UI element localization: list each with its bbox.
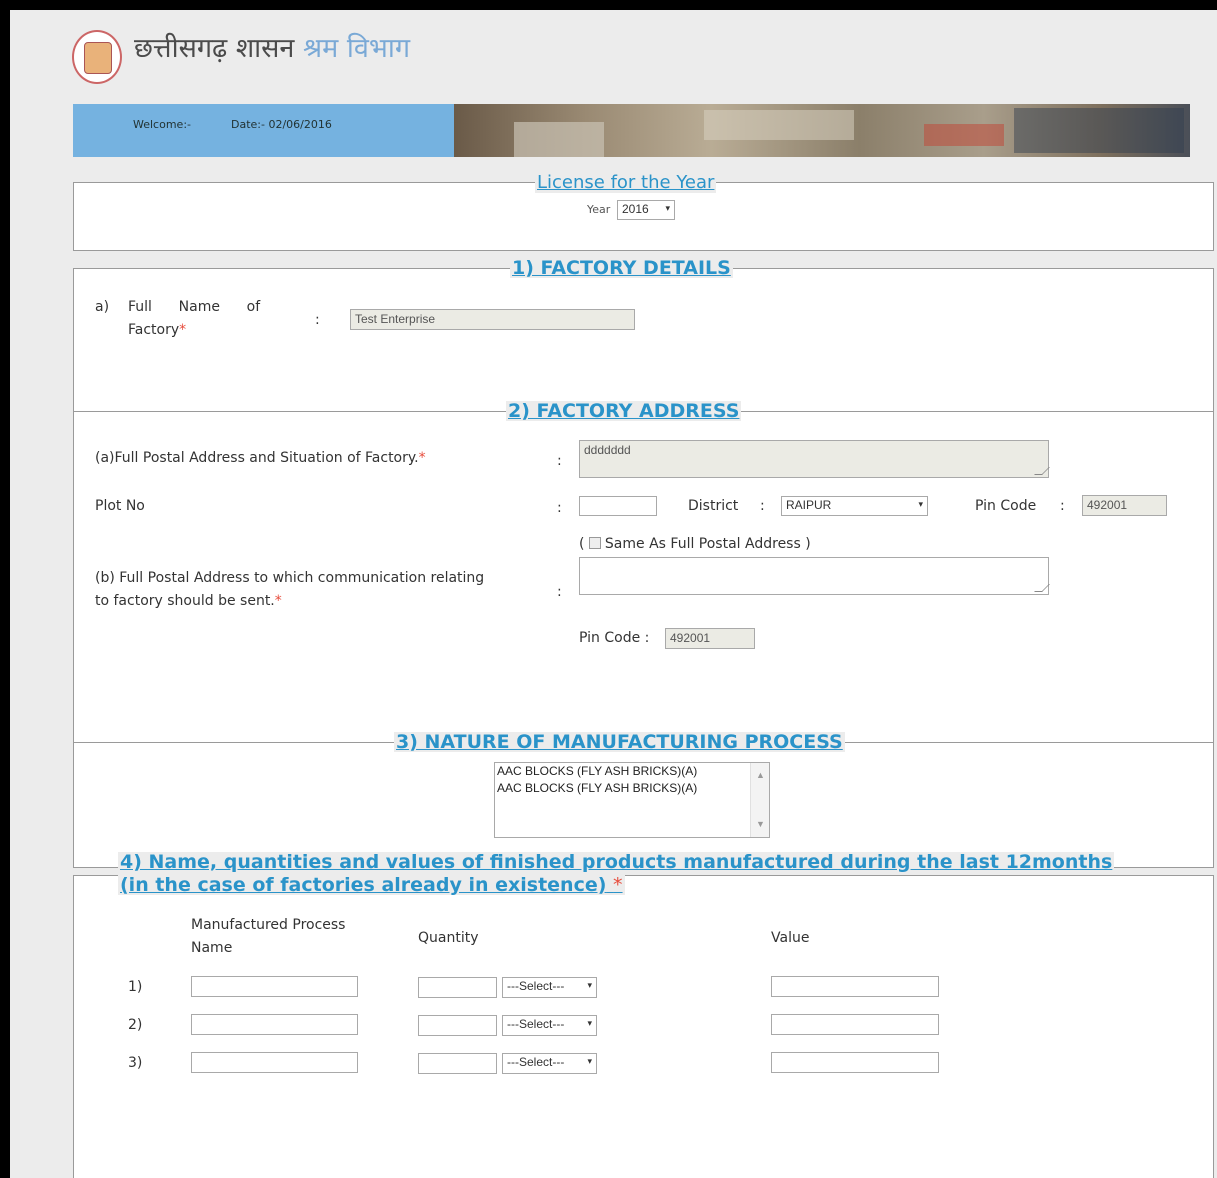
value-input[interactable] — [771, 976, 939, 997]
value-input[interactable] — [771, 1014, 939, 1035]
chevron-down-icon: ▾ — [918, 499, 923, 509]
communication-pin-code-input[interactable]: 492001 — [665, 628, 755, 649]
pin-code-label: Pin Code — [975, 498, 1037, 514]
title-main: छत्तीसगढ़ शासन — [134, 33, 295, 64]
scroll-down-icon[interactable]: ▼ — [756, 816, 765, 833]
product-name-input[interactable] — [191, 1052, 358, 1073]
value-input[interactable] — [771, 1052, 939, 1073]
district-label: District — [688, 498, 739, 514]
column-header-value: Value — [771, 930, 810, 946]
factory-address-legend: 2) FACTORY ADDRESS — [506, 400, 742, 422]
factory-name-input[interactable]: Test Enterprise — [350, 309, 635, 330]
column-header-quantity: Quantity — [418, 930, 479, 946]
column-header-process-name-line2: Name — [191, 940, 233, 956]
plot-no-label: Plot No — [95, 498, 145, 514]
factory-name-label-line1: Full Name of — [128, 299, 261, 315]
quantity-input[interactable] — [418, 977, 497, 998]
welcome-text: Welcome:- — [133, 118, 191, 131]
row-index: 2) — [128, 1017, 143, 1033]
unit-select[interactable]: ---Select--- ▾ — [502, 1015, 597, 1036]
full-postal-address-textarea[interactable]: ddddddd — [579, 440, 1050, 478]
header-banner: Welcome:- Date:- 02/06/2016 — [73, 104, 1190, 157]
chevron-down-icon: ▾ — [665, 203, 670, 213]
title-department: श्रम विभाग — [303, 33, 411, 64]
colon: : — [1060, 498, 1065, 514]
finished-products-legend-line2: (in the case of factories already in exi… — [118, 874, 625, 896]
same-as-address-option: ( Same As Full Postal Address ) — [579, 536, 811, 552]
district-select[interactable]: RAIPUR ▾ — [781, 496, 928, 516]
factory-name-label-line2: Factory* — [128, 322, 187, 338]
quantity-input[interactable] — [418, 1053, 497, 1074]
government-emblem-logo — [72, 30, 122, 84]
colon: : — [315, 312, 320, 328]
banner-photo — [454, 104, 1190, 157]
scroll-up-icon[interactable]: ▲ — [756, 767, 765, 784]
chevron-down-icon: ▾ — [587, 1056, 592, 1066]
colon: : — [557, 500, 562, 516]
unit-select[interactable]: ---Select--- ▾ — [502, 1053, 597, 1074]
chevron-down-icon: ▾ — [587, 1018, 592, 1028]
district-select-value: RAIPUR — [786, 498, 832, 512]
pin-code-input[interactable]: 492001 — [1082, 495, 1167, 516]
site-title: छत्तीसगढ़ शासन श्रम विभाग — [134, 28, 410, 65]
year-select[interactable]: 2016 ▾ — [617, 200, 675, 220]
manufacturing-process-legend: 3) NATURE OF MANUFACTURING PROCESS — [394, 731, 845, 753]
factory-details-section — [73, 268, 1214, 416]
factory-name-index: a) — [95, 299, 110, 315]
plot-no-input[interactable] — [579, 496, 657, 516]
colon: : — [557, 584, 562, 600]
list-item[interactable]: AAC BLOCKS (FLY ASH BRICKS)(A) — [495, 780, 769, 797]
product-name-input[interactable] — [191, 1014, 358, 1035]
page: छत्तीसगढ़ शासन श्रम विभाग Welcome:- Date… — [10, 10, 1217, 1178]
full-postal-address-label: (a)Full Postal Address and Situation of … — [95, 450, 426, 466]
row-index: 3) — [128, 1055, 143, 1071]
communication-address-textarea[interactable] — [579, 557, 1050, 595]
same-as-address-checkbox[interactable] — [588, 537, 601, 549]
row-index: 1) — [128, 979, 143, 995]
unit-select[interactable]: ---Select--- ▾ — [502, 977, 597, 998]
chevron-down-icon: ▾ — [587, 980, 592, 990]
finished-products-legend-line1: 4) Name, quantities and values of finish… — [118, 851, 1115, 873]
manufacturing-process-listbox[interactable]: AAC BLOCKS (FLY ASH BRICKS)(A) AAC BLOCK… — [494, 762, 770, 838]
communication-address-label-line1: (b) Full Postal Address to which communi… — [95, 570, 485, 586]
year-select-value: 2016 — [622, 202, 649, 216]
communication-address-label-line2: to factory should be sent.* — [95, 593, 282, 609]
colon: : — [760, 498, 765, 514]
factory-details-legend: 1) FACTORY DETAILS — [510, 257, 733, 279]
license-year-legend: License for the Year — [535, 172, 717, 193]
product-name-input[interactable] — [191, 976, 358, 997]
date-text: Date:- 02/06/2016 — [231, 118, 332, 131]
list-item[interactable]: AAC BLOCKS (FLY ASH BRICKS)(A) — [495, 763, 769, 780]
communication-pin-code-label: Pin Code : — [579, 630, 650, 646]
quantity-input[interactable] — [418, 1015, 497, 1036]
scrollbar[interactable]: ▲ ▼ — [750, 763, 769, 837]
year-label: Year — [587, 203, 611, 216]
column-header-process-name-line1: Manufactured Process — [191, 917, 346, 933]
colon: : — [557, 453, 562, 469]
